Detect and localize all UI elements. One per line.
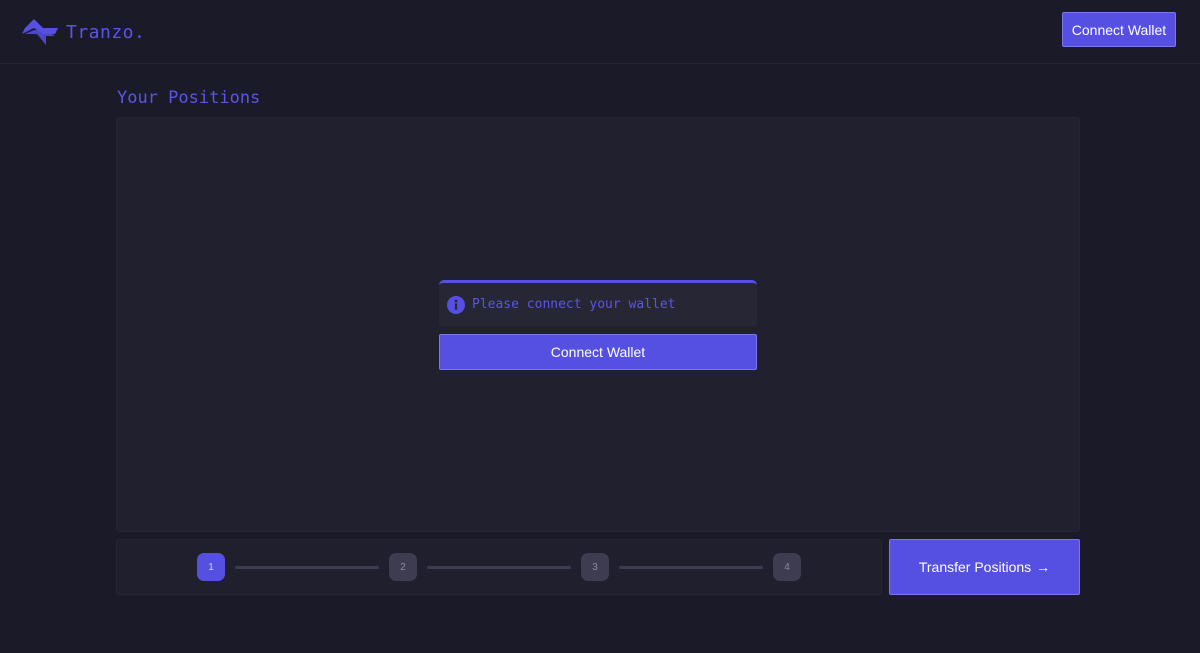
connect-wallet-alert: Please connect your wallet (439, 280, 757, 326)
lightning-bolt-icon (22, 19, 58, 45)
transfer-positions-label: Transfer Positions (918, 559, 1032, 575)
alert-message: Please connect your wallet (472, 297, 676, 312)
step-2[interactable]: 2 (389, 553, 417, 581)
step-4[interactable]: 4 (773, 553, 801, 581)
arrow-right-icon: → (1036, 559, 1051, 575)
header-connect-wallet-button[interactable]: Connect Wallet (1062, 12, 1176, 47)
step-3[interactable]: 3 (581, 553, 609, 581)
step-connector (235, 566, 379, 569)
logo[interactable]: Tranzo. (22, 19, 145, 45)
transfer-positions-button[interactable]: Transfer Positions → (889, 539, 1080, 595)
info-circle-icon (447, 295, 465, 314)
step-connector (619, 566, 763, 569)
panel-connect-wallet-button[interactable]: Connect Wallet (439, 334, 757, 370)
step-1[interactable]: 1 (197, 553, 225, 581)
page-title: Your Positions (117, 88, 261, 108)
top-header: Tranzo. Connect Wallet (0, 0, 1200, 64)
step-progress: 1 2 3 4 (116, 539, 882, 595)
step-connector (427, 566, 571, 569)
logo-text: Tranzo. (66, 21, 146, 43)
